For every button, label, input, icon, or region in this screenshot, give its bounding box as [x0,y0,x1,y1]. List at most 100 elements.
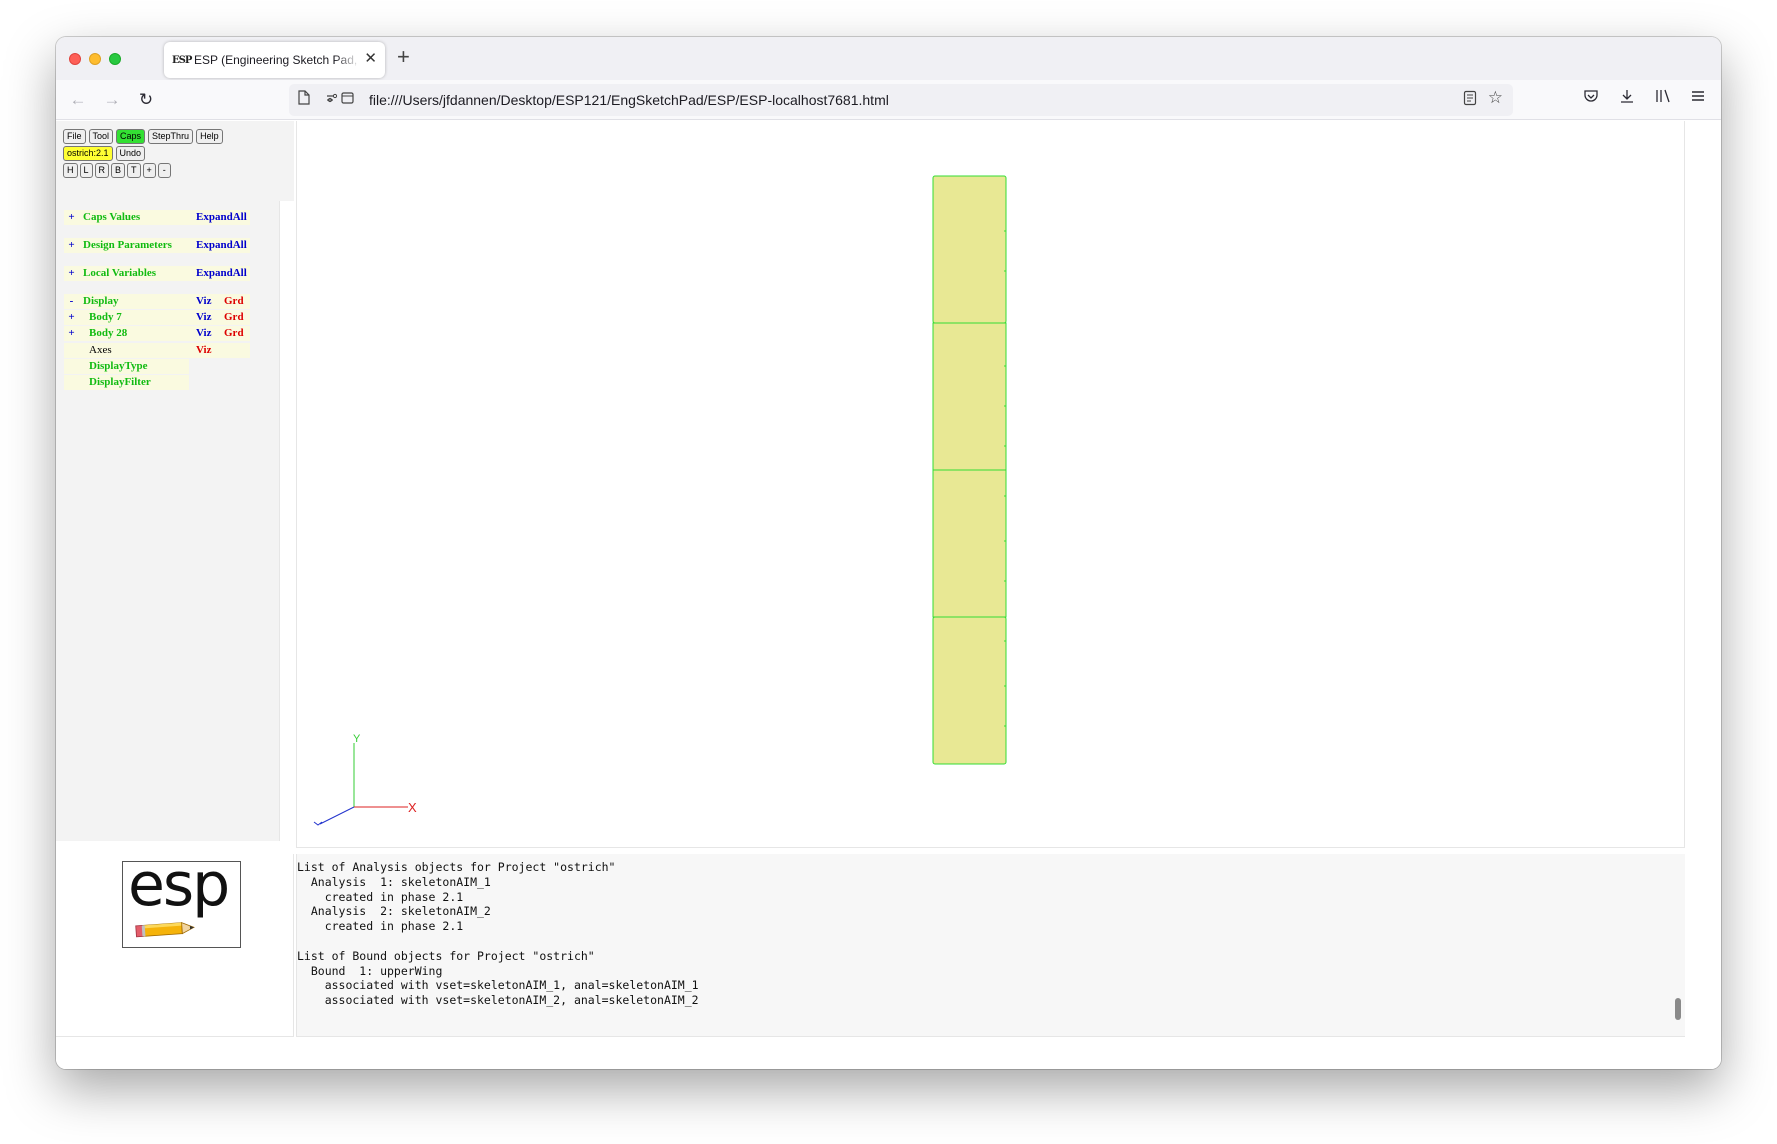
viz-toggle[interactable]: Viz [189,343,220,358]
reload-icon[interactable]: ↻ [134,88,158,112]
file-button[interactable]: File [63,129,86,144]
caps-button[interactable]: Caps [116,129,146,144]
expand-toggle[interactable]: + [64,310,79,325]
view-home-button[interactable]: H [63,163,78,178]
z-axis-label [313,821,323,826]
expand-toggle[interactable]: + [64,326,79,341]
tree-row-body-7: + Body 7 Viz Grd [64,310,250,325]
tool-button[interactable]: Tool [88,129,114,144]
view-left-button[interactable]: L [79,163,93,178]
tree-sign-empty [64,359,79,374]
y-axis-label: Y [353,733,361,745]
message-line: Analysis 1: skeletonAIM_1 [297,874,491,889]
tree-row-caps-values: + Caps Values ExpandAll [64,210,250,225]
undo-button[interactable]: Undo [115,146,146,161]
grd-toggle[interactable]: Grd [220,326,250,341]
message-line: Bound 1: upperWing [297,963,443,978]
message-line: associated with vset=skeletonAIM_2, anal… [297,993,699,1008]
expand-toggle[interactable]: + [64,238,79,253]
message-line: associated with vset=skeletonAIM_1, anal… [297,978,699,993]
esp-favicon-icon: ESP [172,54,192,66]
tree-label-display[interactable]: Display [79,294,189,309]
view-right-button[interactable]: R [94,163,110,178]
expand-all-link[interactable]: ExpandAll [189,210,250,225]
tree-row-display-filter: DisplayFilter [64,375,189,390]
message-scrollbar[interactable] [1671,854,1685,1036]
tree-label-display-type[interactable]: DisplayType [79,359,189,374]
wing-body[interactable] [932,175,1007,765]
tree-row-axes: Axes Viz [64,343,250,358]
view-top-button[interactable]: T [127,163,141,178]
wing-face[interactable] [932,469,1007,618]
axes-triad: Y X [313,733,417,826]
help-button[interactable]: Help [196,129,223,144]
permissions-icon[interactable] [325,90,355,109]
tree-label-body-7[interactable]: Body 7 [79,310,189,325]
button-panel: File Tool Caps StepThru Help ostrich:2.1… [56,121,294,201]
expand-toggle[interactable]: + [64,210,79,225]
menu-icon[interactable] [1687,88,1709,108]
message-text: List of Analysis objects for Project "os… [297,860,699,1008]
tree-label-design-parameters[interactable]: Design Parameters [79,238,189,253]
tree-row-display: - Display Viz Grd [64,294,250,309]
expand-toggle[interactable]: + [64,266,79,281]
tree-row-design-parameters: + Design Parameters ExpandAll [64,238,250,253]
message-line: created in phase 2.1 [297,889,464,904]
grd-toggle[interactable]: Grd [220,310,250,325]
graphics-svg: Y X [313,175,1007,826]
tree-row-body-28: + Body 28 Viz Grd [64,326,250,341]
tree-sign-empty [64,343,79,358]
tree-label-local-variables[interactable]: Local Variables [79,266,189,281]
tree-sign-empty [64,375,79,390]
graphics-canvas[interactable]: Y X [296,121,1685,848]
bottom-strip [56,1037,1721,1069]
tree-panel: + Caps Values ExpandAll + Design Paramet… [56,201,280,841]
tab-close-icon[interactable]: ✕ [364,51,377,67]
url-bar[interactable]: file:///Users/jfdannen/Desktop/ESP121/En… [289,84,1513,116]
logo-panel: esp [56,850,294,1037]
tab-title: ESP (Engineering Sketch Pad, V [194,53,360,67]
pocket-icon[interactable] [1580,88,1602,108]
wing-face[interactable] [932,322,1007,471]
download-icon[interactable] [1616,88,1638,108]
expand-all-link[interactable]: ExpandAll [189,238,250,253]
tab-strip: ESP ESP (Engineering Sketch Pad, V ✕ + [56,37,1721,80]
browser-tab[interactable]: ESP ESP (Engineering Sketch Pad, V ✕ [164,42,385,78]
bookmark-star-icon[interactable]: ☆ [1488,88,1503,108]
tree-label-body-28[interactable]: Body 28 [79,326,189,341]
viz-toggle[interactable]: Viz [189,326,220,341]
zoom-in-button[interactable]: + [142,163,156,178]
wing-face[interactable] [932,616,1007,765]
new-tab-icon[interactable]: + [397,46,410,68]
stepthru-button[interactable]: StepThru [148,129,194,144]
viz-toggle[interactable]: Viz [189,310,220,325]
expand-all-link[interactable]: ExpandAll [189,266,250,281]
collapse-toggle[interactable]: - [64,294,79,309]
minimize-window-button[interactable] [89,53,101,65]
view-bottom-button[interactable]: B [111,163,126,178]
message-output[interactable]: List of Analysis objects for Project "os… [296,854,1685,1037]
forward-icon[interactable]: → [100,88,124,112]
phase-button[interactable]: ostrich:2.1 [63,146,113,161]
tree-label-display-filter[interactable]: DisplayFilter [79,375,189,390]
x-axis-label: X [408,800,417,815]
view-buttons-row: H L R B T + - [63,163,171,178]
page-content: File Tool Caps StepThru Help ostrich:2.1… [56,121,1721,1069]
main-menu-row: File Tool Caps StepThru Help [63,129,223,144]
zoom-out-button[interactable]: - [157,163,171,178]
reader-view-icon[interactable] [1463,90,1477,109]
tree-row-display-type: DisplayType [64,359,189,374]
tree-cell-empty [220,343,250,358]
grd-toggle[interactable]: Grd [220,294,250,309]
esp-logo: esp [122,850,241,948]
scrollbar-thumb[interactable] [1675,998,1681,1020]
close-window-button[interactable] [69,53,81,65]
back-icon[interactable]: ← [66,88,90,112]
url-text[interactable]: file:///Users/jfdannen/Desktop/ESP121/En… [369,92,889,108]
library-icon[interactable] [1652,88,1674,108]
tree-label-caps-values[interactable]: Caps Values [79,210,189,225]
browser-window: ESP ESP (Engineering Sketch Pad, V ✕ + ←… [56,37,1721,1069]
wing-face[interactable] [932,175,1007,324]
viz-toggle[interactable]: Viz [189,294,220,309]
zoom-window-button[interactable] [109,53,121,65]
